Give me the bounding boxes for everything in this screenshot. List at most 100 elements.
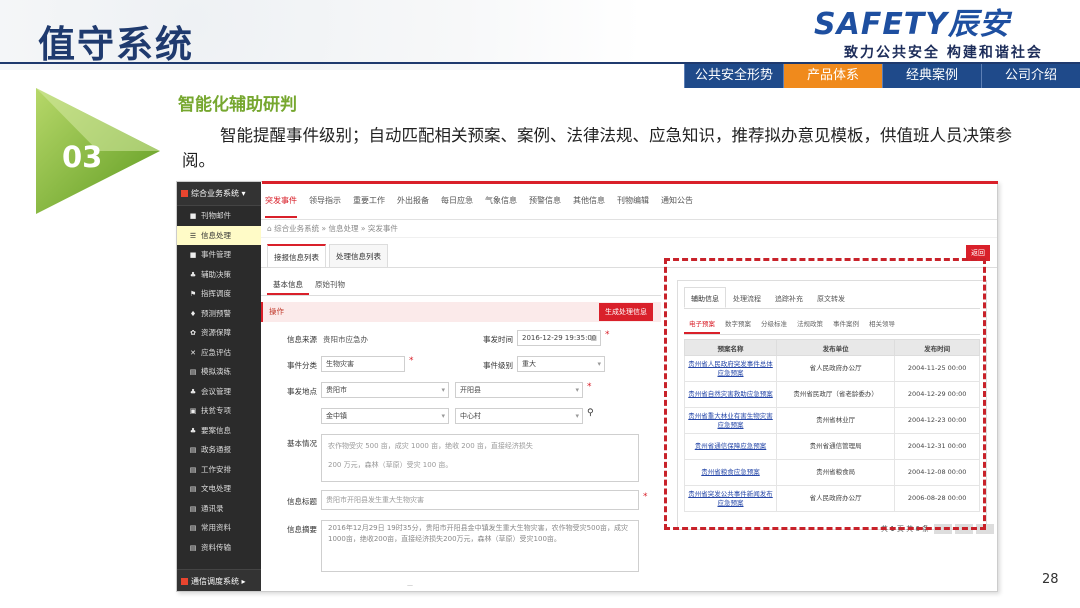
sidebar-footer[interactable]: 通信调度系统 ▸ [177, 569, 261, 591]
sidebar-item-label: 事件管理 [201, 250, 231, 259]
sidebar-item-label: 扶贫专项 [201, 406, 231, 415]
sidebar-item-label: 预测预警 [201, 308, 231, 318]
sidebar-item[interactable]: ⚑ 指挥调度 [177, 284, 261, 304]
sidebar-item-label: 常用资料 [201, 523, 231, 532]
sidebar-item[interactable]: ▤ 通讯录 [177, 499, 261, 519]
sidebar-item[interactable]: ☰ 信息处理 [177, 225, 261, 245]
sidebar-item[interactable]: ▤ 资料传输 [177, 538, 261, 558]
time-field[interactable]: 2016-12-29 19:35:00 ▦ [517, 330, 601, 346]
situation-field[interactable]: 农作物受灾 500 亩，成灾 1000 亩，绝收 200 亩，直接经济损失 20… [321, 434, 639, 482]
nav-company[interactable]: 公司介绍 [981, 64, 1080, 88]
city-select[interactable]: 贵阳市 ▾ [321, 382, 449, 398]
sidebar-item[interactable]: ♣ 辅助决策 [177, 265, 261, 285]
sidebar-item[interactable]: ■ 刊物邮件 [177, 206, 261, 226]
page-number: 28 [1042, 572, 1059, 587]
sidebar-item[interactable]: ♦ 预测预警 [177, 304, 261, 324]
generate-info-button[interactable]: 生成处理信息 [599, 303, 653, 321]
nav-products[interactable]: 产品体系 [783, 64, 882, 88]
sidebar-item-label: 刊物邮件 [201, 211, 231, 220]
sidebar-item-label: 资源保障 [201, 328, 231, 337]
status-bar: — [261, 579, 997, 591]
sidebar-item-icon: ▤ [189, 543, 197, 552]
county-select[interactable]: 开阳县 ▾ [455, 382, 583, 398]
sidebar-item[interactable]: ■ 事件管理 [177, 245, 261, 265]
sidebar-item[interactable]: ▤ 模拟演练 [177, 362, 261, 382]
sidebar-item[interactable]: ▤ 文电处理 [177, 479, 261, 499]
sidebar-item-label: 信息处理 [201, 230, 231, 240]
page-title: 值守系统 [38, 23, 194, 66]
main-tab[interactable]: 重要工作 [353, 195, 385, 206]
main-tab[interactable]: 每日应急 [441, 195, 473, 206]
sidebar-item-label: 工作安排 [201, 464, 231, 474]
nav-cases[interactable]: 经典案例 [882, 64, 981, 88]
tab-received-list[interactable]: 接报信息列表 [267, 244, 326, 267]
main-tab[interactable]: 突发事件 [265, 183, 297, 218]
main-tab[interactable]: 刊物编辑 [617, 195, 649, 206]
sidebar-item-icon: ☰ [189, 231, 197, 240]
situation-label: 基本情况 [287, 439, 317, 448]
section-title: 智能化辅助研判 [178, 95, 297, 115]
level-label: 事件级别 [483, 361, 513, 370]
source-label: 信息来源 [287, 335, 317, 344]
sidebar-item-icon: ■ [189, 251, 197, 259]
page-last-button[interactable] [997, 524, 998, 534]
company-logo: SAFETY辰安 致力公共安全 构建和谐社会 [814, 7, 1044, 62]
breadcrumb: ⌂ 综合业务系统 » 信息处理 » 突发事件 [261, 220, 997, 238]
title-field[interactable]: 贵阳市开阳县发生重大生物灾害 [321, 490, 639, 510]
main-tab[interactable]: 预警信息 [529, 195, 561, 206]
category-label: 事件分类 [287, 361, 317, 370]
logo-wordmark: SAFETY辰安 [814, 7, 1010, 42]
main-tabs: 突发事件 领导指示 重要工作 外出报备 每日应急 气象信息 预警信息 其他信息 刊物编辑 通知公告 [261, 182, 997, 220]
sidebar-item-icon: ✕ [190, 348, 196, 357]
sidebar-item-label: 指挥调度 [201, 289, 231, 298]
sidebar-item[interactable]: ▤ 政务通报 [177, 440, 261, 460]
time-label: 事发时间 [483, 335, 513, 344]
sidebar-item-icon: ♦ [189, 309, 197, 318]
sidebar-item[interactable]: ♣ 会议管理 [177, 382, 261, 402]
sidebar-item-label: 资料传输 [201, 542, 231, 552]
tab-original-publication[interactable]: 原始刊物 [309, 274, 351, 295]
operation-bar: 操作 生成处理信息 [261, 302, 661, 322]
sidebar-header[interactable]: 综合业务系统 ▾ [177, 182, 261, 206]
nav-public-safety[interactable]: 公共安全形势 [684, 64, 783, 88]
main-tab[interactable]: 外出报备 [397, 195, 429, 206]
sidebar-item[interactable]: ▤ 常用资料 [177, 518, 261, 538]
main-tab[interactable]: 通知公告 [661, 195, 693, 206]
section-description: 智能提醒事件级别；自动匹配相关预案、案例、法律法规、应急知识，推荐拟办意见模板，… [182, 126, 1012, 170]
summary-label: 信息摘要 [287, 525, 317, 534]
sidebar-item-icon: ⚑ [189, 290, 197, 298]
tab-processed-list[interactable]: 处理信息列表 [329, 244, 388, 267]
source-value: 贵阳市应急办 [323, 335, 368, 344]
sidebar-item-label: 会议管理 [201, 386, 231, 396]
main-tab[interactable]: 领导指示 [309, 195, 341, 206]
sidebar-item[interactable]: ▣ 扶贫专项 [177, 401, 261, 421]
level-select[interactable]: 重大 ▾ [517, 356, 605, 372]
sidebar: 综合业务系统 ▾ ■ 刊物邮件 ☰ 信息处理 ■ 事件管理 ♣ 辅助决策 ⚑ 指挥调度 ♦ 预测预警 ✿… [177, 182, 261, 591]
sidebar-item-icon: ▤ [189, 485, 197, 493]
info-tabs: 基本信息 原始刊物 [261, 274, 661, 296]
sidebar-item-icon: ▣ [189, 407, 197, 415]
location-pin-icon: ⚲ [587, 408, 594, 418]
sidebar-item[interactable]: ✿ 资源保障 [177, 323, 261, 343]
section-number: 03 [62, 140, 103, 174]
sidebar-item-label: 要案信息 [201, 425, 231, 435]
location-label: 事发地点 [287, 387, 317, 396]
tab-basic-info[interactable]: 基本信息 [267, 274, 309, 295]
sidebar-item[interactable]: ✕ 应急评估 [177, 343, 261, 363]
summary-field[interactable]: 2016年12月29日 19时35分，贵阳市开阳县金中镇发生重大生物灾害，农作物… [321, 520, 639, 572]
sidebar-item-label: 辅助决策 [201, 269, 231, 279]
main-tab[interactable]: 其他信息 [573, 195, 605, 206]
main-tab[interactable]: 气象信息 [485, 195, 517, 206]
sidebar-item-icon: ♣ [189, 270, 197, 279]
sidebar-item-icon: ♣ [189, 387, 197, 396]
app-accent-line [262, 181, 998, 184]
sidebar-item[interactable]: ▤ 工作安排 [177, 460, 261, 480]
village-select[interactable]: 中心村 ▾ [455, 408, 583, 424]
sidebar-item-icon: ✿ [190, 329, 196, 337]
town-select[interactable]: 金中镇 ▾ [321, 408, 449, 424]
sidebar-item-label: 通讯录 [201, 503, 224, 513]
sidebar-item-label: 应急评估 [201, 347, 231, 357]
highlight-dashed-box [664, 258, 986, 530]
category-field[interactable]: 生物灾害 [321, 356, 405, 372]
sidebar-item[interactable]: ♣ 要案信息 [177, 421, 261, 441]
